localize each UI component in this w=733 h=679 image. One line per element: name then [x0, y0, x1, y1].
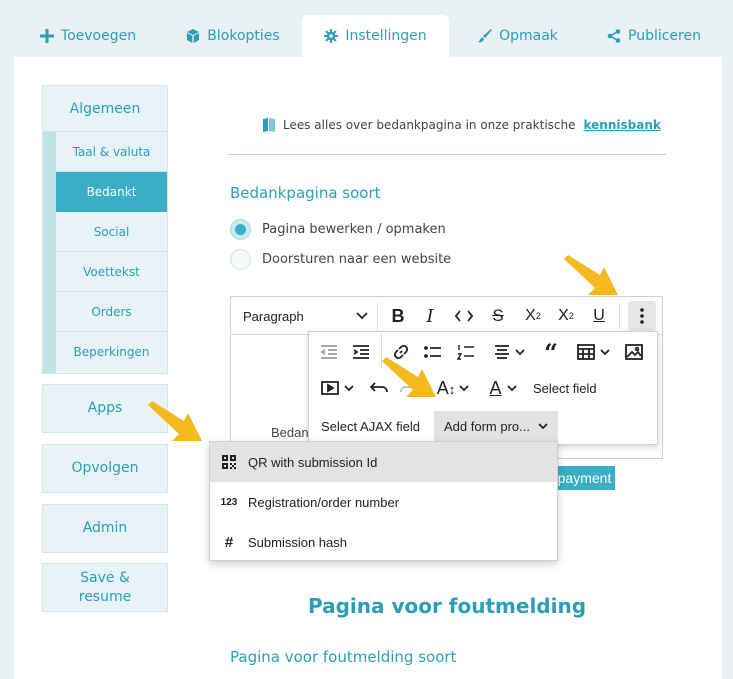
blockquote-icon[interactable]: “ — [539, 338, 563, 367]
underline-icon[interactable]: U — [587, 303, 611, 329]
align-dropdown[interactable] — [489, 340, 529, 364]
table-dropdown[interactable] — [573, 340, 613, 364]
dropdown-item-qr[interactable]: QR with submission Id — [210, 442, 557, 482]
align-icon — [494, 345, 509, 359]
dropdown-item-label: Submission hash — [248, 534, 347, 550]
tab-label: Toevoegen — [60, 28, 137, 44]
form-property-dropdown-list: QR with submission Id 123 Registration/o… — [209, 441, 558, 561]
sidebar-button-admin[interactable]: Admin — [42, 504, 168, 553]
divider — [228, 154, 666, 155]
code-icon[interactable] — [451, 303, 477, 329]
radio-option-doorsturen[interactable]: Doorsturen naar een website — [230, 249, 451, 270]
error-page-type-title: Pagina voor foutmelding soort — [230, 648, 457, 666]
sidebar-item-social[interactable]: Social — [56, 212, 167, 252]
radio-button[interactable] — [230, 249, 251, 270]
tab-publiceren[interactable]: Publiceren — [598, 15, 710, 57]
tab-toevoegen[interactable]: Toevoegen — [28, 15, 148, 57]
font-size-icon: A↕ — [436, 377, 456, 398]
top-tabs: Toevoegen Blokopties Instellingen Opmaak… — [0, 15, 733, 57]
info-line: Lees alles over bedankpagina in onze pra… — [263, 118, 661, 132]
toolbar-separator — [619, 303, 620, 329]
strikethrough-icon[interactable]: S — [486, 303, 510, 329]
gear-icon — [324, 29, 339, 43]
sidebar-item-orders[interactable]: Orders — [56, 292, 167, 332]
chevron-down-icon — [599, 349, 610, 355]
vertical-dots-icon — [640, 308, 644, 324]
paragraph-format-select[interactable]: Paragraph — [243, 303, 368, 329]
text-color-dropdown[interactable]: A — [483, 376, 523, 400]
tab-label: Opmaak — [499, 28, 558, 44]
table-icon — [576, 344, 595, 360]
toolbar-overflow-popup: “ A↕ A Select field Select AJAX field Ad… — [308, 331, 658, 445]
brush-icon — [478, 29, 493, 43]
chevron-down-icon — [538, 423, 548, 429]
radio-button-selected[interactable] — [230, 219, 251, 240]
image-icon[interactable] — [622, 340, 646, 364]
add-form-property-dropdown[interactable]: Add form pro... — [434, 411, 558, 441]
select-field-button[interactable]: Select field — [533, 376, 597, 400]
tab-instellingen[interactable]: Instellingen — [302, 15, 449, 57]
pointer-arrow — [148, 401, 202, 441]
sidebar-item-bedankt[interactable]: Bedankt — [56, 172, 167, 212]
numbered-list-icon[interactable] — [454, 340, 478, 364]
error-page-heading: Pagina voor foutmelding — [307, 594, 587, 618]
tab-label: Instellingen — [345, 28, 427, 44]
video-icon — [320, 381, 339, 395]
sidebar-item-voettekst[interactable]: Voettekst — [56, 252, 167, 292]
number-icon: 123 — [220, 496, 238, 508]
chevron-down-icon — [506, 385, 517, 391]
tab-label: Publiceren — [628, 28, 701, 44]
dropdown-item-registration[interactable]: 123 Registration/order number — [210, 482, 557, 522]
radio-label: Pagina bewerken / opmaken — [262, 222, 446, 237]
tab-label: Blokopties — [207, 28, 280, 44]
chevron-down-icon — [343, 385, 354, 391]
payment-button[interactable]: payment — [554, 466, 615, 490]
font-size-dropdown[interactable]: A↕ — [433, 376, 473, 400]
hash-icon: # — [224, 533, 234, 551]
editor-toolbar: Paragraph B I S X2 X2 U — [231, 297, 662, 335]
chevron-down-icon — [356, 312, 368, 320]
share-icon — [607, 29, 621, 43]
radio-label: Doorsturen naar een website — [262, 252, 452, 267]
chevron-down-icon — [514, 349, 525, 355]
pointer-arrow — [382, 357, 436, 397]
tab-blokopties[interactable]: Blokopties — [172, 15, 294, 57]
superscript-icon[interactable]: X2 — [554, 303, 578, 329]
tab-opmaak[interactable]: Opmaak — [466, 15, 570, 57]
add-form-property-label: Add form pro... — [444, 418, 530, 434]
dropdown-item-label: Registration/order number — [248, 494, 400, 510]
subscript-icon[interactable]: X2 — [521, 303, 545, 329]
bold-icon[interactable]: B — [386, 303, 410, 329]
sidebar-group-title[interactable]: Algemeen — [43, 86, 167, 132]
radio-option-bewerken[interactable]: Pagina bewerken / opmaken — [230, 219, 446, 240]
sidebar-button-save-resume[interactable]: Save & resume — [42, 563, 168, 612]
pointer-arrow — [564, 255, 618, 295]
more-options-button[interactable] — [628, 301, 656, 331]
sidebar-item-beperkingen[interactable]: Beperkingen — [56, 332, 167, 372]
editor-body-text[interactable]: Bedan — [271, 425, 309, 440]
dropdown-item-hash[interactable]: # Submission hash — [210, 522, 557, 562]
dropdown-item-label: QR with submission Id — [248, 454, 378, 470]
chevron-down-icon — [459, 385, 469, 391]
sidebar-item-taal-valuta[interactable]: Taal & valuta — [56, 132, 167, 172]
indent-icon[interactable] — [349, 340, 373, 364]
italic-icon[interactable]: I — [418, 303, 442, 329]
sidebar-indent-strip — [43, 132, 56, 373]
section-title: Bedankpagina soort — [230, 184, 381, 202]
qr-icon — [210, 455, 248, 469]
book-icon — [263, 118, 275, 132]
text-color-icon: A — [489, 377, 502, 398]
cube-icon — [187, 29, 200, 43]
sidebar-group-algemeen: Algemeen Taal & valuta Bedankt Social Vo… — [42, 85, 168, 374]
toolbar-separator — [377, 303, 378, 329]
plus-icon — [39, 29, 54, 43]
outdent-icon[interactable] — [317, 340, 341, 364]
paragraph-format-value: Paragraph — [243, 308, 304, 324]
select-ajax-field-button[interactable]: Select AJAX field — [321, 411, 420, 441]
kennisbank-link[interactable]: kennisbank — [584, 118, 661, 132]
info-text: Lees alles over bedankpagina in onze pra… — [283, 118, 576, 132]
sidebar-button-opvolgen[interactable]: Opvolgen — [42, 444, 168, 493]
video-dropdown[interactable] — [317, 376, 357, 400]
